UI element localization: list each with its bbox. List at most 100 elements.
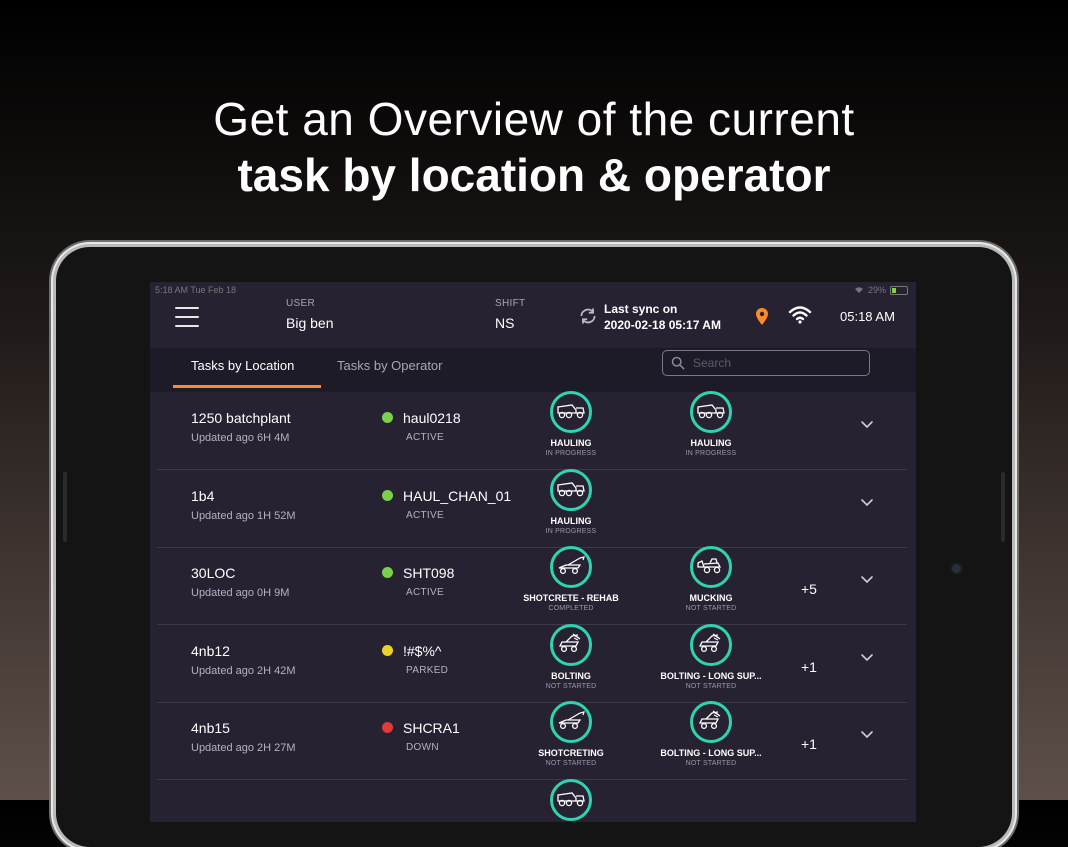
task-status: NOT STARTED: [685, 760, 737, 767]
equipment-status-dot: [382, 412, 393, 423]
task-status: NOT STARTED: [545, 683, 597, 690]
search-box[interactable]: [662, 350, 870, 376]
location-row[interactable]: 1250 batchplant Updated ago 6H 4M haul0218…: [157, 391, 907, 470]
tablet-side-button-right: [1001, 472, 1005, 542]
location-row[interactable]: 4nb12 Updated ago 2H 42M !#$%^ PARKED BOLTI…: [157, 624, 907, 703]
task-name: MUCKING: [689, 593, 733, 603]
task-icon-circle: [690, 391, 732, 433]
location-name: 4nb12: [191, 643, 230, 659]
task-icon-circle: [690, 701, 732, 743]
task-name: BOLTING - LONG SUP...: [660, 748, 762, 758]
search-icon: [671, 356, 685, 370]
task-status: NOT STARTED: [685, 683, 737, 690]
location-updated: Updated ago 2H 27M: [191, 742, 296, 754]
task-item[interactable]: BOLTING - LONG SUP... NOT STARTED: [651, 701, 771, 767]
task-status: IN PROGRESS: [545, 450, 597, 457]
equipment-status-dot: [382, 645, 393, 656]
task-item[interactable]: HAULING IN PROGRESS: [511, 391, 631, 457]
system-time: 5:18 AM Tue Feb 18: [155, 285, 237, 295]
task-item[interactable]: SHOTCRETE - REHAB COMPLETED: [511, 546, 631, 612]
task-name: BOLTING - LONG SUP...: [660, 671, 762, 681]
system-status-bar: 5:18 AM Tue Feb 18 29%: [150, 282, 916, 298]
headline-line-1: Get an Overview of the current: [213, 93, 855, 145]
location-name: 30LOC: [191, 565, 236, 581]
shift-value: NS: [495, 315, 515, 331]
location-updated: Updated ago 0H 9M: [191, 587, 290, 599]
task-status: IN PROGRESS: [685, 450, 737, 457]
location-row[interactable]: [157, 779, 907, 822]
task-item[interactable]: [511, 779, 631, 822]
haul-truck-icon: [556, 479, 586, 502]
location-row[interactable]: 4nb15 Updated ago 2H 27M SHCRA1 DOWN SHOTCR…: [157, 701, 907, 780]
equipment-name: !#$%^: [403, 643, 442, 659]
chevron-down-icon[interactable]: [860, 420, 874, 430]
task-name: SHOTCRETE - REHAB: [523, 593, 619, 603]
user-value: Big ben: [286, 315, 334, 331]
more-tasks-count[interactable]: +5: [801, 581, 817, 597]
equipment-status: ACTIVE: [406, 510, 444, 521]
tab-tasks-by-operator[interactable]: Tasks by Operator: [337, 358, 443, 373]
bolter-icon: [696, 632, 726, 659]
task-icon-circle: [550, 779, 592, 821]
location-row[interactable]: 1b4 Updated ago 1H 52M HAUL_CHAN_01 ACTIVE …: [157, 469, 907, 548]
search-input[interactable]: [691, 355, 855, 371]
shotcrete-icon: [556, 555, 586, 580]
wifi-small-icon: [854, 287, 863, 293]
headline-line-2: task by location & operator: [237, 149, 831, 201]
task-name: HAULING: [550, 438, 592, 448]
equipment-status: PARKED: [406, 665, 449, 676]
tab-tasks-by-location[interactable]: Tasks by Location: [191, 358, 294, 373]
battery-icon: [890, 285, 908, 295]
location-name: 4nb15: [191, 720, 230, 736]
task-item[interactable]: MUCKING NOT STARTED: [651, 546, 771, 612]
task-name: HAULING: [550, 516, 592, 526]
task-icon-circle: [690, 546, 732, 588]
last-sync-label: Last sync on: [604, 302, 678, 316]
task-name: BOLTING: [551, 671, 591, 681]
bolter-icon: [696, 709, 726, 736]
location-pin-icon[interactable]: [756, 308, 768, 325]
chevron-down-icon[interactable]: [860, 575, 874, 585]
location-name: 1b4: [191, 488, 215, 504]
bolter-icon: [556, 632, 586, 659]
chevron-down-icon[interactable]: [860, 730, 874, 740]
location-row[interactable]: 30LOC Updated ago 0H 9M SHT098 ACTIVE SHOTC…: [157, 546, 907, 625]
active-tab-indicator: [173, 385, 321, 388]
location-name: 1250 batchplant: [191, 410, 291, 426]
task-item[interactable]: BOLTING NOT STARTED: [511, 624, 631, 690]
loader-icon: [696, 555, 726, 580]
task-name: SHOTCRETING: [538, 748, 604, 758]
user-label: USER: [286, 298, 315, 309]
task-icon-circle: [550, 624, 592, 666]
tab-bar: Tasks by Location Tasks by Operator: [150, 348, 916, 392]
hamburger-menu-icon[interactable]: [175, 307, 199, 327]
chevron-down-icon[interactable]: [860, 498, 874, 508]
last-sync-value: 2020-02-18 05:17 AM: [604, 318, 721, 332]
chevron-down-icon[interactable]: [860, 653, 874, 663]
task-status: IN PROGRESS: [545, 528, 597, 535]
task-icon-circle: [550, 546, 592, 588]
haul-truck-icon: [556, 789, 586, 812]
more-tasks-count[interactable]: +1: [801, 659, 817, 675]
task-icon-circle: [550, 701, 592, 743]
equipment-status: ACTIVE: [406, 587, 444, 598]
task-item[interactable]: BOLTING - LONG SUP... NOT STARTED: [651, 624, 771, 690]
task-item[interactable]: HAULING IN PROGRESS: [651, 391, 771, 457]
task-item[interactable]: SHOTCRETING NOT STARTED: [511, 701, 631, 767]
header-clock: 05:18 AM: [840, 309, 895, 324]
task-icon-circle: [690, 624, 732, 666]
task-item[interactable]: HAULING IN PROGRESS: [511, 469, 631, 535]
more-tasks-count[interactable]: +1: [801, 736, 817, 752]
task-status: NOT STARTED: [685, 605, 737, 612]
task-status: COMPLETED: [548, 605, 594, 612]
shift-label: SHIFT: [495, 298, 526, 309]
haul-truck-icon: [556, 401, 586, 424]
equipment-status: DOWN: [406, 742, 439, 753]
equipment-status-dot: [382, 722, 393, 733]
location-updated: Updated ago 2H 42M: [191, 665, 296, 677]
tablet-side-button-left: [63, 472, 67, 542]
app-header: USER Big ben SHIFT NS Last sync on 2020-…: [150, 298, 916, 348]
sync-icon[interactable]: [578, 306, 598, 326]
equipment-status-dot: [382, 567, 393, 578]
task-name: HAULING: [690, 438, 732, 448]
